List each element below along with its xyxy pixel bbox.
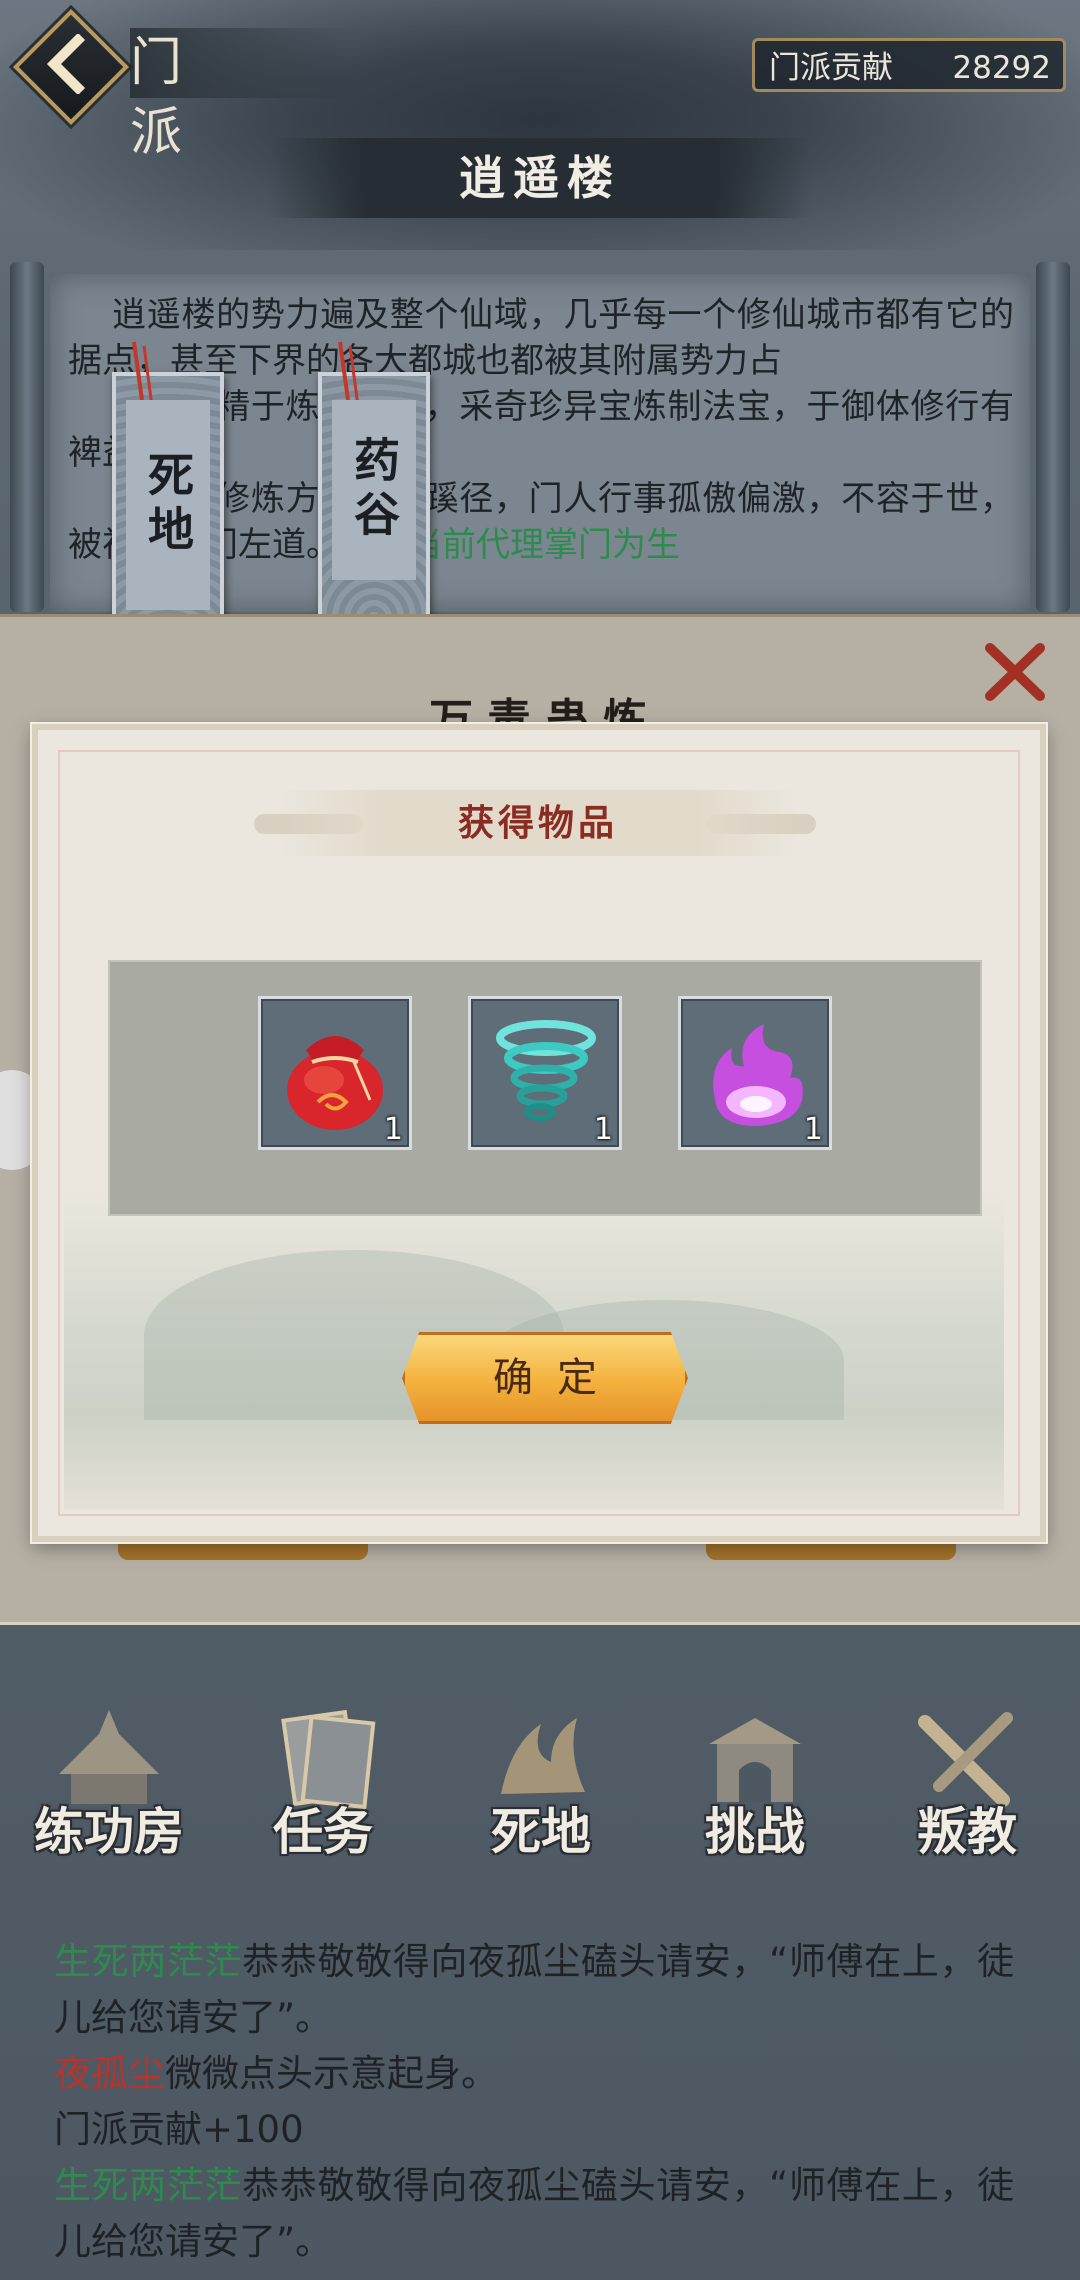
chevron-left-icon (46, 34, 86, 94)
nav-tasks[interactable]: 任务 (228, 1704, 418, 1864)
contribution-value: 28292 (952, 50, 1051, 86)
item-count: 1 (383, 1112, 403, 1147)
description-line: 逍遥楼的势力遍及整个仙域，几乎每一个修仙城市都有它的据点，甚至下界的各大都城也都… (68, 295, 1014, 381)
nav-challenge[interactable]: 挑战 (660, 1704, 850, 1864)
reward-item-slot[interactable]: 1 (258, 996, 412, 1150)
log-text: 微微点头示意起身。 (165, 2052, 498, 2095)
contribution-counter: 门派贡献 28292 (752, 38, 1066, 92)
nav-label: 任务 (273, 1802, 373, 1861)
event-log: 生死两茫茫恭恭敬敬得向夜孤尘磕头请安，“师傅在上，徒儿给您请安了”。 夜孤尘微微… (54, 1934, 1014, 2270)
page-title: 门 派 (130, 28, 350, 163)
log-speaker: 夜孤尘 (54, 2052, 165, 2095)
back-button[interactable] (12, 8, 129, 125)
sect-name-banner: 逍遥楼 (270, 138, 810, 218)
log-entry: 夜孤尘微微点头示意起身。 (54, 2046, 1014, 2102)
item-count: 1 (593, 1112, 613, 1147)
tag-herb-valley[interactable]: 药谷 (318, 341, 430, 622)
log-text: 门派贡献+100 (54, 2108, 304, 2151)
item-count: 1 (803, 1112, 823, 1147)
reward-item-slot[interactable]: 1 (678, 996, 832, 1150)
reward-dialog: 获得物品 1 1 1 确定 (32, 724, 1046, 1542)
nav-training-hall[interactable]: 练功房 (14, 1704, 204, 1864)
nav-death-land[interactable]: 死地 (446, 1704, 636, 1864)
dialog-title: 获得物品 (457, 802, 618, 844)
scroll-left-pole (10, 262, 44, 612)
log-speaker: 生死两茫茫 (54, 1940, 243, 1983)
confirm-button-label: 确定 (493, 1355, 621, 1401)
log-entry: 生死两茫茫恭恭敬敬得向夜孤尘磕头请安，“师傅在上，徒儿给您请安了”。 (54, 2158, 1014, 2270)
log-entry: 门派贡献+100 (54, 2102, 1014, 2158)
tag-label: 死地 (126, 400, 210, 610)
log-entry: 生死两茫茫恭恭敬敬得向夜孤尘磕头请安，“师傅在上，徒儿给您请安了”。 (54, 1934, 1014, 2046)
scroll-right-pole (1036, 262, 1070, 612)
reward-item-tray: 1 1 1 (108, 960, 982, 1216)
nav-betray[interactable]: 叛教 (872, 1704, 1062, 1864)
tag-label: 药谷 (332, 400, 416, 580)
nav-label: 死地 (491, 1802, 591, 1861)
contribution-label: 门派贡献 (769, 50, 893, 86)
nav-label: 挑战 (705, 1802, 805, 1861)
confirm-button[interactable]: 确定 (402, 1332, 688, 1424)
nav-label: 练功房 (34, 1802, 184, 1861)
log-speaker: 生死两茫茫 (54, 2164, 243, 2207)
reward-item-slot[interactable]: 1 (468, 996, 622, 1150)
nav-label: 叛教 (917, 1802, 1017, 1861)
